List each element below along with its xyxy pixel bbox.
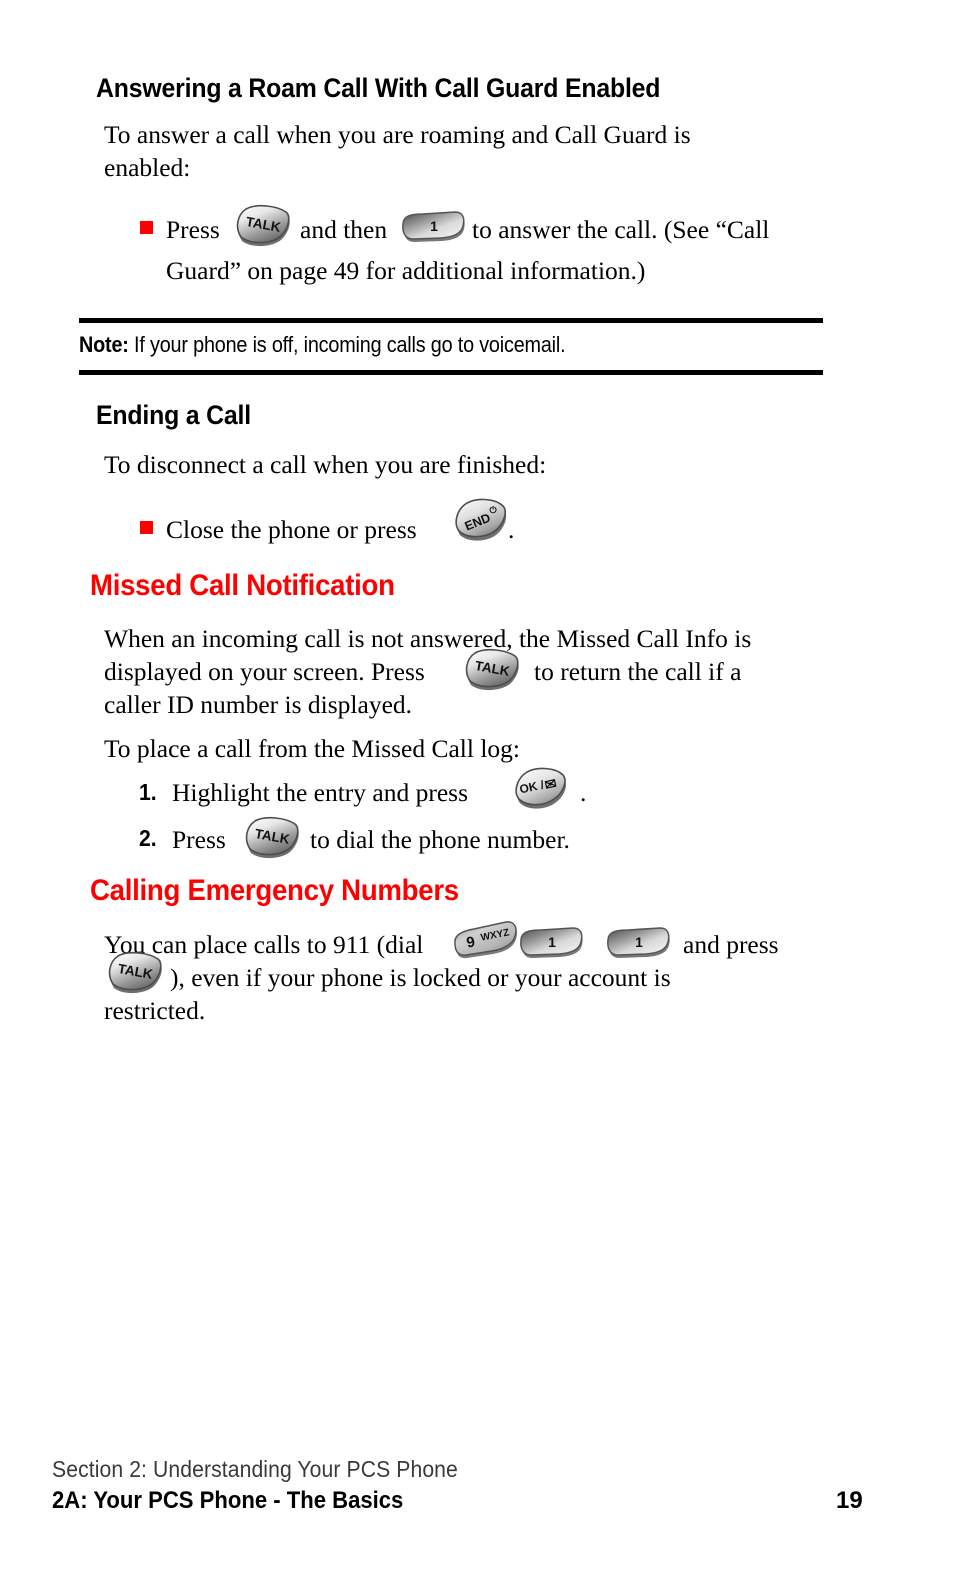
one-key[interactable]: 1 — [605, 923, 673, 965]
step-number-1: 1. — [139, 779, 157, 805]
bullet-text-guard-line2: Guard” on page 49 for additional informa… — [166, 256, 646, 285]
power-icon: ⏻ — [489, 505, 497, 515]
one-key-label: 1 — [430, 218, 438, 234]
bullet-text-close-phone: Close the phone or press — [166, 515, 417, 544]
one-key-label: 1 — [635, 934, 643, 950]
heading-ending-a-call: Ending a Call — [96, 400, 251, 430]
note-text: Note: If your phone is off, incoming cal… — [79, 332, 566, 358]
paragraph-emergency-line2: ), even if your phone is locked or your … — [170, 963, 671, 992]
note-rule-top — [79, 318, 823, 323]
note-body: If your phone is off, incoming calls go … — [134, 332, 566, 357]
one-key-label: 1 — [548, 934, 556, 950]
paragraph-answering-intro-line1: To answer a call when you are roaming an… — [104, 120, 691, 149]
nine-wxyz-key[interactable]: 9 WXYZ — [451, 921, 523, 964]
note-label: Note: — [79, 332, 129, 357]
end-key[interactable]: END ⏻ — [452, 498, 512, 547]
bullet-marker — [140, 521, 153, 534]
step-text-2-press: Press — [172, 825, 226, 854]
talk-key[interactable]: TALK — [241, 816, 303, 864]
paragraph-ending-intro: To disconnect a call when you are finish… — [104, 450, 547, 479]
paragraph-missed-line2a: displayed on your screen. Press — [104, 657, 425, 686]
footer-section-line: Section 2: Understanding Your PCS Phone — [52, 1456, 458, 1482]
paragraph-emergency-and-press: and press — [683, 930, 779, 959]
footer-page-number: 19 — [836, 1487, 863, 1514]
paragraph-missed-line3: caller ID number is displayed. — [104, 690, 413, 719]
footer-chapter-line: 2A: Your PCS Phone - The Basics — [52, 1487, 404, 1514]
talk-key[interactable]: TALK — [461, 648, 523, 696]
bullet-marker — [140, 221, 153, 234]
bullet-text-and-then: and then — [300, 215, 388, 244]
paragraph-missed-line2b: to return the call if a — [534, 657, 742, 686]
paragraph-missed-line1: When an incoming call is not answered, t… — [104, 624, 752, 653]
one-key[interactable]: 1 — [400, 207, 468, 249]
talk-key[interactable]: TALK — [232, 204, 294, 252]
paragraph-place-call-intro: To place a call from the Missed Call log… — [104, 734, 521, 763]
paragraph-emergency-line3: restricted. — [104, 996, 206, 1025]
heading-missed-call-notification: Missed Call Notification — [90, 569, 395, 602]
bullet-text-press: Press — [166, 215, 220, 244]
heading-calling-emergency-numbers: Calling Emergency Numbers — [90, 874, 459, 907]
document-page: Answering a Roam Call With Call Guard En… — [0, 0, 954, 1590]
bullet-text-to-answer: to answer the call. (See “Call — [472, 215, 770, 244]
step-text-2-dial: to dial the phone number. — [310, 825, 570, 854]
heading-answering-roam-call: Answering a Roam Call With Call Guard En… — [96, 73, 661, 103]
ok-message-key[interactable]: OK / ✉ — [511, 767, 573, 814]
paragraph-answering-intro-line2: enabled: — [104, 153, 191, 182]
step-text-1: Highlight the entry and press — [172, 778, 469, 807]
bullet-text-period: . — [508, 515, 515, 544]
talk-key[interactable]: TALK — [104, 951, 166, 999]
one-key[interactable]: 1 — [518, 923, 586, 965]
step-text-1-period: . — [580, 778, 587, 807]
step-number-2: 2. — [139, 825, 157, 851]
note-rule-bottom — [79, 370, 823, 375]
